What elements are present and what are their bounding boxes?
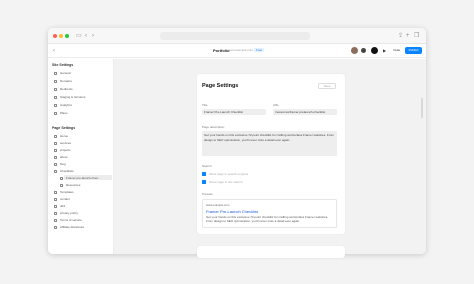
page-icon: [54, 148, 57, 152]
redirect-icon: [54, 87, 57, 91]
share-icon[interactable]: ⇪: [398, 32, 403, 40]
project-domain: www.example.com: [228, 48, 254, 52]
globe-icon: [54, 79, 57, 83]
title-field[interactable]: Framer Pre-Launch Checklist: [202, 109, 266, 115]
url-label: URL: [273, 103, 280, 107]
sidebar-item-checklists[interactable]: Checklists: [54, 169, 74, 173]
sidebar-item-services[interactable]: services: [54, 141, 71, 145]
sidebar-item-contact[interactable]: contact: [54, 197, 70, 201]
preview-title: Framer Pre-Launch Checklist: [206, 208, 259, 214]
sidebar-item-terms[interactable]: Terms of service: [54, 218, 82, 222]
show-in-site-search-checkbox[interactable]: [202, 180, 206, 184]
page-title: Page Settings: [202, 83, 239, 89]
sidebar-item-affiliate[interactable]: Affiliate disclosure: [54, 225, 84, 229]
folder-icon: [54, 190, 57, 194]
search-preview: www.example.com Framer Pre-Launch Checkl…: [202, 199, 337, 228]
sidebar-item-templates[interactable]: Templates: [54, 190, 74, 194]
page-icon: [54, 211, 57, 215]
sidebar-item-staging[interactable]: Staging & Versions: [54, 95, 85, 99]
sidebar-item-about[interactable]: about: [54, 155, 68, 159]
save-button[interactable]: Save: [318, 83, 336, 89]
page-icon: [54, 155, 57, 159]
folder-icon: [54, 169, 57, 173]
tabs-icon[interactable]: ❐: [414, 32, 419, 40]
invite-button[interactable]: Invite: [393, 48, 400, 52]
zoom-window-dot[interactable]: [65, 34, 69, 38]
sidebar-item-projects[interactable]: projects: [54, 148, 71, 152]
settings-sidebar: Site Settings General Domains Redirects …: [48, 59, 114, 254]
preview-description: Get your hands on this exclusive 72-poin…: [206, 215, 329, 223]
url-field[interactable]: /resources/framer-prelaunch-checklist: [273, 109, 337, 115]
sidebar-item-general[interactable]: General: [54, 71, 71, 75]
gear-icon: [54, 71, 57, 75]
sidebar-item-redirects[interactable]: Redirects: [54, 87, 73, 91]
settings-icon[interactable]: [361, 48, 366, 53]
back-arrow-icon[interactable]: ‹: [53, 47, 55, 55]
description-field[interactable]: Get your hands on this exclusive 72-poin…: [202, 131, 337, 156]
page-icon: [54, 218, 57, 222]
page-icon: [54, 197, 57, 201]
page-icon: [60, 176, 63, 180]
framer-logo-icon[interactable]: [371, 47, 378, 54]
browser-toolbar: ▭ ‹ › ⇪ + ❐: [48, 28, 426, 44]
title-label: Title: [202, 103, 208, 107]
address-bar[interactable]: [160, 32, 310, 40]
search-label: Search: [202, 164, 212, 168]
folder-icon: [60, 183, 63, 187]
scrollbar[interactable]: [421, 98, 423, 118]
card-icon: [54, 111, 57, 115]
plus-icon[interactable]: +: [406, 32, 410, 40]
project-title[interactable]: Portfolio: [213, 48, 229, 53]
layers-icon: [54, 95, 57, 99]
chevron-left-icon[interactable]: ‹: [85, 32, 87, 40]
page-icon: [54, 141, 57, 145]
allow-search-engines-checkbox[interactable]: [202, 172, 206, 176]
show-in-site-search-label: Show page in site search: [209, 180, 243, 184]
site-settings-heading: Site Settings: [52, 63, 74, 67]
minimize-window-dot[interactable]: [59, 34, 63, 38]
close-window-dot[interactable]: [53, 34, 57, 38]
sidebar-item-privacy[interactable]: privacy policy: [54, 211, 78, 215]
page-icon: [54, 162, 57, 166]
sidebar-item-plans[interactable]: Plans: [54, 111, 68, 115]
sidebar-item-home[interactable]: Home: [54, 134, 68, 138]
page-settings-heading: Page Settings: [52, 126, 76, 130]
sidebar-toggle-icon[interactable]: ▭: [76, 32, 82, 40]
sidebar-item-framer-prelaunch[interactable]: Framer pre-launch-chec...: [60, 176, 101, 180]
sidebar-item-blog[interactable]: blog: [54, 162, 66, 166]
avatar[interactable]: [351, 47, 358, 54]
play-icon[interactable]: ▶: [383, 48, 386, 53]
allow-search-engines-label: Allow page to search engines: [209, 172, 249, 176]
description-label: Page description: [202, 125, 225, 129]
app-header: ‹ Portfolio www.example.com Free ▶ Invit…: [48, 44, 426, 58]
page-icon: [54, 134, 57, 138]
plan-badge: Free: [254, 48, 265, 52]
sidebar-item-domains[interactable]: Domains: [54, 79, 72, 83]
preview-label: Preview: [202, 192, 213, 196]
chart-icon: [54, 103, 57, 107]
page-icon: [54, 225, 57, 229]
publish-button[interactable]: Publish: [405, 47, 422, 54]
sidebar-item-resources[interactable]: Resources: [60, 183, 80, 187]
sidebar-item-analytics[interactable]: Analytics: [54, 103, 72, 107]
next-settings-card: [197, 246, 345, 258]
page-icon: [54, 204, 57, 208]
preview-url: www.example.com: [206, 203, 230, 207]
chevron-right-icon[interactable]: ›: [92, 32, 94, 40]
sidebar-item-404[interactable]: 404: [54, 204, 65, 208]
